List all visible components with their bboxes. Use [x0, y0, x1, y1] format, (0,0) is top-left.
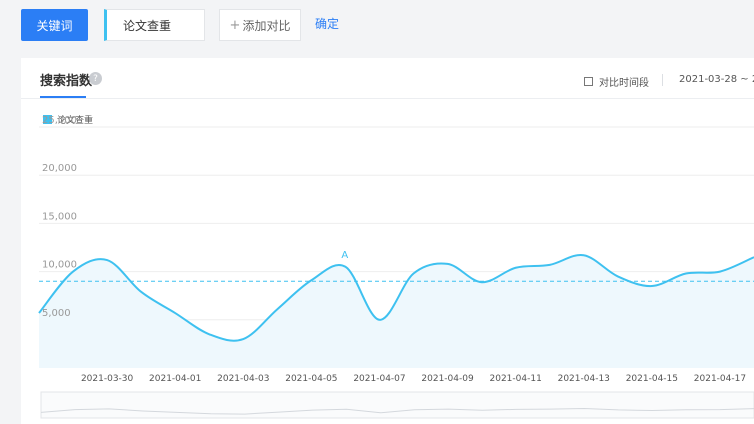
- range-navigator[interactable]: [40, 391, 754, 419]
- y-tick-label: 10,000: [42, 260, 77, 271]
- x-tick-label: 2021-04-13: [558, 374, 610, 384]
- x-tick-label: 2021-04-15: [626, 374, 678, 384]
- x-tick-label: 2021-04-09: [421, 374, 474, 384]
- toolbar: 关键词 论文查重 + 添加对比 确定: [0, 0, 754, 58]
- y-tick-label: 5,000: [42, 308, 71, 319]
- y-tick-label: 20,000: [42, 163, 77, 174]
- x-tick-label: 2021-03-30: [81, 374, 134, 384]
- keyword-input[interactable]: 论文查重: [104, 9, 205, 41]
- x-tick-label: 2021-04-01: [149, 374, 201, 384]
- keyword-tab-button[interactable]: 关键词: [21, 9, 88, 41]
- x-tick-label: 2021-04-07: [353, 374, 405, 384]
- confirm-link[interactable]: 确定: [315, 15, 339, 32]
- y-tick-label: 15,000: [42, 211, 77, 222]
- x-tick-label: 2021-04-17: [694, 374, 746, 384]
- search-index-chart: A 5,000 10,000 15,000 20,000 25,000 2021-03-…: [38, 115, 754, 419]
- x-tick-label: 2021-04-05: [285, 374, 337, 384]
- add-compare-label: 添加对比: [242, 18, 291, 33]
- search-index-panel: 搜索指数 ? 对比时间段 2021-03-28 ~ 20 论文查重 A 5,00…: [21, 58, 754, 424]
- x-tick-label: 2021-04-03: [217, 374, 269, 384]
- y-tick-label: 25,000: [42, 115, 77, 126]
- add-compare-button[interactable]: + 添加对比: [219, 9, 301, 41]
- annotation-marker[interactable]: A: [341, 250, 348, 261]
- x-tick-label: 2021-04-11: [490, 374, 542, 384]
- plus-icon: +: [229, 17, 241, 33]
